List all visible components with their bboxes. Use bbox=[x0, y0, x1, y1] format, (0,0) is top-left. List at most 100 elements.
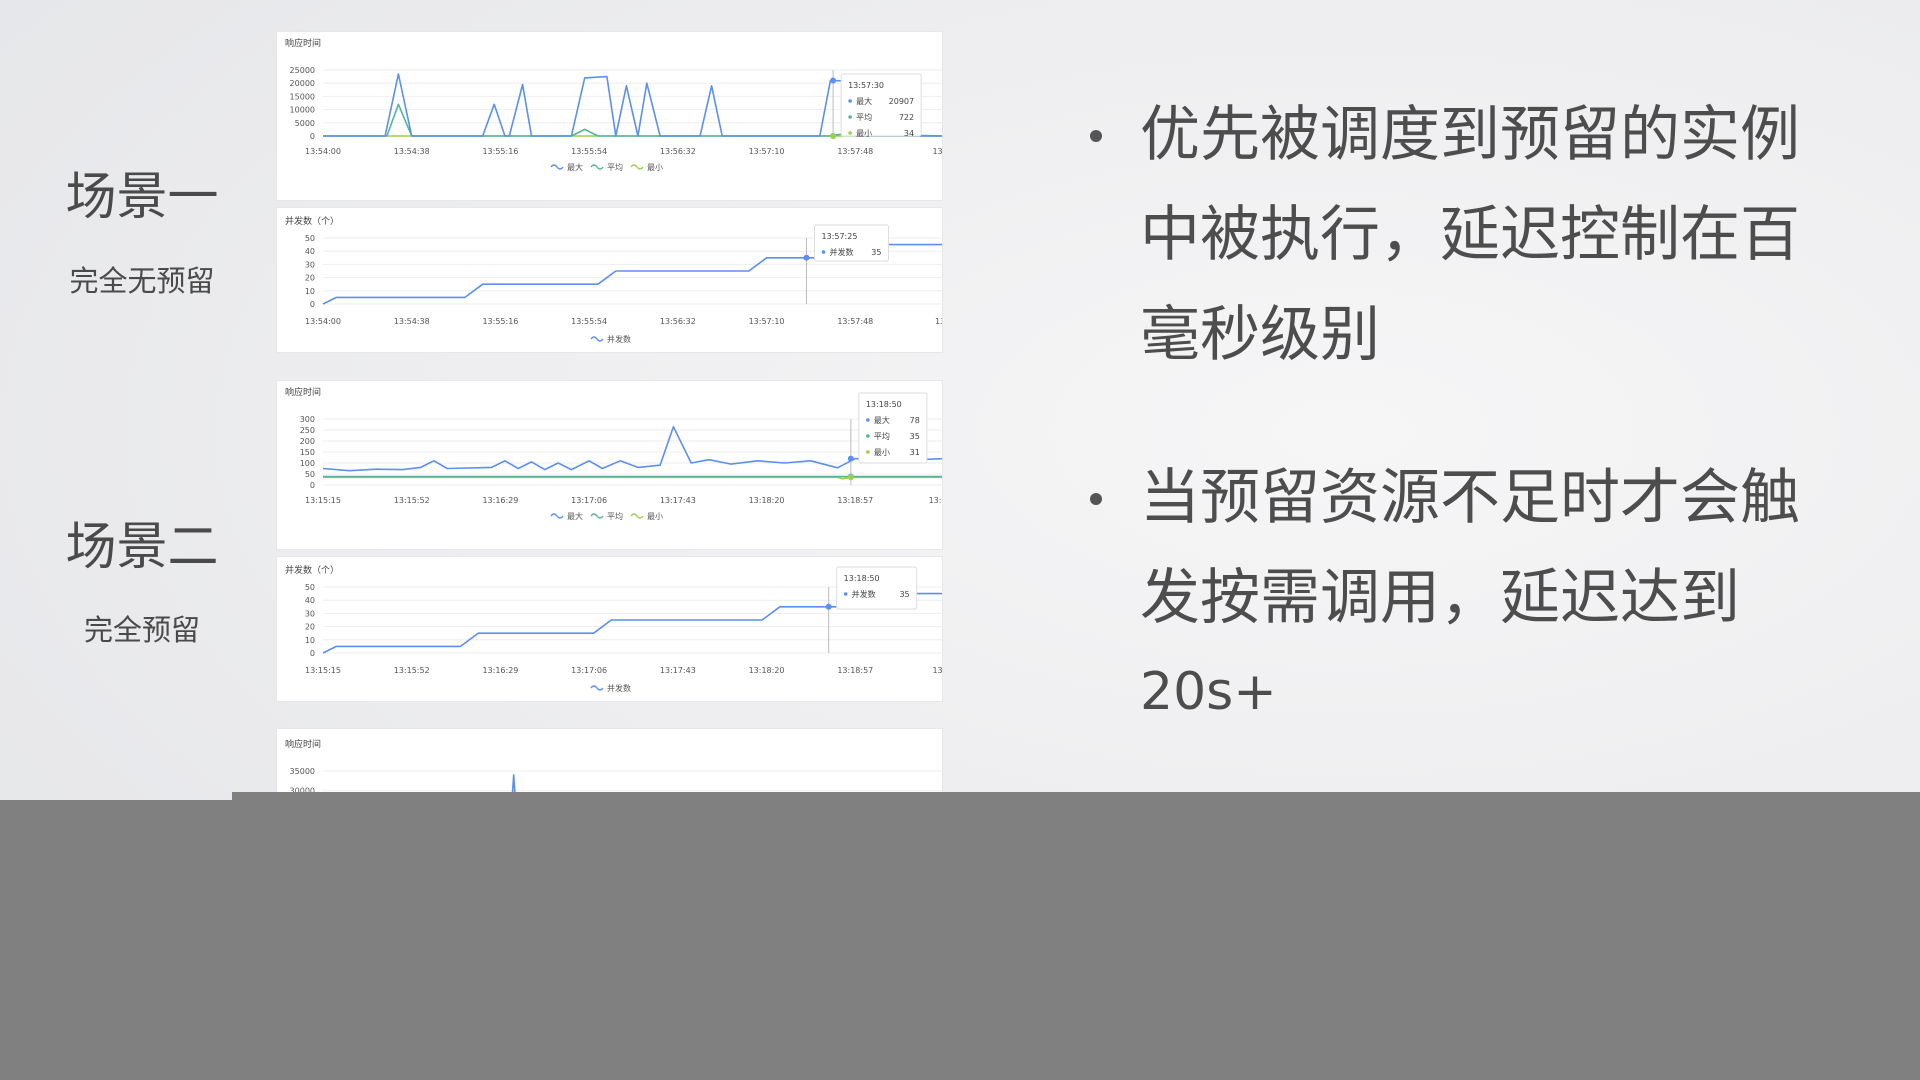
tooltip-marker bbox=[825, 603, 832, 610]
x-tick-label: 13:54:38 bbox=[394, 317, 430, 326]
scene-title: 场景一 bbox=[65, 168, 219, 227]
chart-svg: 并发数（个） 0 10 20 30 40 50 13:15:15 13:15:52 13:16:2… bbox=[285, 564, 943, 693]
tooltip-time: 13:57:30 bbox=[848, 81, 884, 90]
y-tick-label: 150 bbox=[300, 448, 315, 457]
y-tick-label: 300 bbox=[300, 415, 315, 424]
chart-title: 响应时间 bbox=[285, 738, 321, 750]
x-tick-label: 13:17:06 bbox=[571, 666, 607, 675]
y-tick-label: 15000 bbox=[290, 92, 315, 101]
y-tick-label: 0 bbox=[310, 481, 315, 490]
x-tick-label: 13:54:00 bbox=[305, 317, 341, 326]
tooltip-value: 20907 bbox=[889, 97, 914, 106]
bullet-dot bbox=[1090, 493, 1102, 505]
x-tick-label: 13:18:20 bbox=[749, 666, 785, 675]
legend-label: 最大 bbox=[567, 511, 583, 521]
x-tick-label: 13:56:32 bbox=[660, 147, 696, 156]
x-tick-label: 13:17:06 bbox=[571, 496, 607, 505]
bullet-text: 20s+ bbox=[1140, 662, 1277, 722]
chart-svg: 并发数（个） 0 10 20 30 40 50 13:54:00 13:54:38 13:55:1… bbox=[285, 215, 942, 344]
legend-label: 并发数 bbox=[607, 683, 631, 693]
tooltip-time: 13:57:25 bbox=[821, 232, 857, 241]
tooltip-value: 722 bbox=[899, 113, 914, 122]
tooltip-marker bbox=[803, 254, 810, 261]
overlay-bar bbox=[0, 800, 1920, 1080]
tooltip-label: 平均 bbox=[874, 431, 890, 441]
x-tick-label: 13:55:16 bbox=[482, 147, 518, 156]
y-tick-label: 0 bbox=[310, 300, 315, 309]
tooltip-value: 35 bbox=[910, 432, 920, 441]
bullet-text: 发按需调用，延迟达到 bbox=[1140, 563, 1740, 633]
scene-subtitle: 完全无预留 bbox=[69, 264, 215, 298]
tooltip-marker bbox=[830, 77, 837, 84]
chart-title: 并发数（个） bbox=[285, 215, 339, 227]
tooltip-time: 13:18:50 bbox=[844, 574, 880, 583]
y-tick-label: 20000 bbox=[290, 79, 315, 88]
scene-title: 场景二 bbox=[65, 518, 219, 577]
x-tick-label: 13:16:29 bbox=[482, 496, 518, 505]
legend-label: 平均 bbox=[607, 162, 623, 172]
x-tick-label: 13:57:48 bbox=[837, 317, 873, 326]
y-tick-label: 10 bbox=[305, 287, 315, 296]
x-tick-label: 13:17:43 bbox=[660, 496, 696, 505]
x-tick-label: 13:15:52 bbox=[394, 496, 430, 505]
x-tick-label: 13:54:38 bbox=[394, 147, 430, 156]
y-tick-label: 0 bbox=[310, 649, 315, 658]
scene-subtitle: 完全预留 bbox=[83, 613, 200, 647]
tooltip-value: 35 bbox=[899, 590, 909, 599]
chart-title: 响应时间 bbox=[285, 386, 321, 398]
tooltip-value: 35 bbox=[871, 248, 881, 257]
x-tick-label: 13:55:54 bbox=[571, 147, 607, 156]
y-tick-label: 200 bbox=[300, 437, 315, 446]
tooltip-time: 13:18:50 bbox=[866, 400, 902, 409]
y-tick-label: 35000 bbox=[290, 767, 315, 776]
x-tick-label: 13:17:43 bbox=[660, 666, 696, 675]
legend-swatch bbox=[590, 685, 604, 691]
x-tick-label: 13:18:20 bbox=[749, 496, 785, 505]
y-tick-label: 5000 bbox=[295, 119, 315, 128]
legend-swatch bbox=[550, 513, 564, 519]
y-tick-label: 40 bbox=[305, 596, 315, 605]
y-tick-label: 10 bbox=[305, 636, 315, 645]
chart-panel: 并发数（个） 0 10 20 30 40 50 13:54:00 13:54:38 13:55:1… bbox=[276, 207, 943, 353]
chart-svg: 响应时间 0 5000 10000 15000 20000 25000 13:54:00 13:… bbox=[285, 37, 943, 172]
chart-title: 并发数（个） bbox=[285, 564, 339, 576]
x-tick-label: 13:15:15 bbox=[305, 496, 341, 505]
chart-panel: 响应时间 0 50 100 150 200 250 300 13:15:15 13:15:52 13… bbox=[276, 380, 943, 550]
x-tick-label: 13:56:32 bbox=[660, 317, 696, 326]
x-tick-label: 13:58 bbox=[932, 147, 943, 156]
y-tick-label: 40 bbox=[305, 247, 315, 256]
tooltip-value: 34 bbox=[904, 129, 914, 138]
tooltip-marker bbox=[847, 474, 854, 481]
chart-panel: 响应时间 0 5000 10000 15000 20000 25000 13:54:00 13:… bbox=[276, 31, 943, 201]
y-tick-label: 50 bbox=[305, 583, 315, 592]
x-tick-label: 13:57:48 bbox=[837, 147, 873, 156]
tooltip-label: 最小 bbox=[874, 448, 890, 457]
x-tick-label: 13:15:52 bbox=[394, 666, 430, 675]
tooltip-dot bbox=[866, 434, 870, 438]
tooltip-dot bbox=[866, 450, 870, 454]
chart-svg: 响应时间 0 50 100 150 200 250 300 13:15:15 13:15:52 13… bbox=[285, 386, 943, 521]
x-tick-label: 13:57:10 bbox=[749, 317, 785, 326]
legend-label: 并发数 bbox=[607, 334, 631, 344]
bullet-text: 优先被调度到预留的实例 bbox=[1140, 100, 1800, 170]
legend-label: 最大 bbox=[567, 162, 583, 172]
y-tick-label: 250 bbox=[300, 426, 315, 435]
x-tick-label: 13:18:57 bbox=[837, 496, 873, 505]
x-tick-label: 13:15:15 bbox=[305, 666, 341, 675]
x-tick-label: 13:18:57 bbox=[837, 666, 873, 675]
tooltip-marker bbox=[847, 455, 854, 462]
tooltip-label: 平均 bbox=[856, 112, 872, 122]
legend-label: 平均 bbox=[607, 511, 623, 521]
x-tick-label: 13:19:3 bbox=[929, 496, 943, 505]
series-line bbox=[322, 425, 942, 472]
x-tick-label: 13:19 bbox=[932, 666, 943, 675]
tooltip-dot bbox=[848, 115, 852, 119]
y-tick-label: 30 bbox=[305, 609, 315, 618]
legend-swatch bbox=[590, 513, 604, 519]
tooltip-label: 并发数 bbox=[829, 247, 853, 257]
tooltip-value: 78 bbox=[910, 416, 920, 425]
tooltip-label: 最小 bbox=[856, 129, 872, 138]
x-tick-label: 13:57:10 bbox=[749, 147, 785, 156]
y-tick-label: 20 bbox=[305, 274, 315, 283]
y-tick-label: 0 bbox=[310, 132, 315, 141]
